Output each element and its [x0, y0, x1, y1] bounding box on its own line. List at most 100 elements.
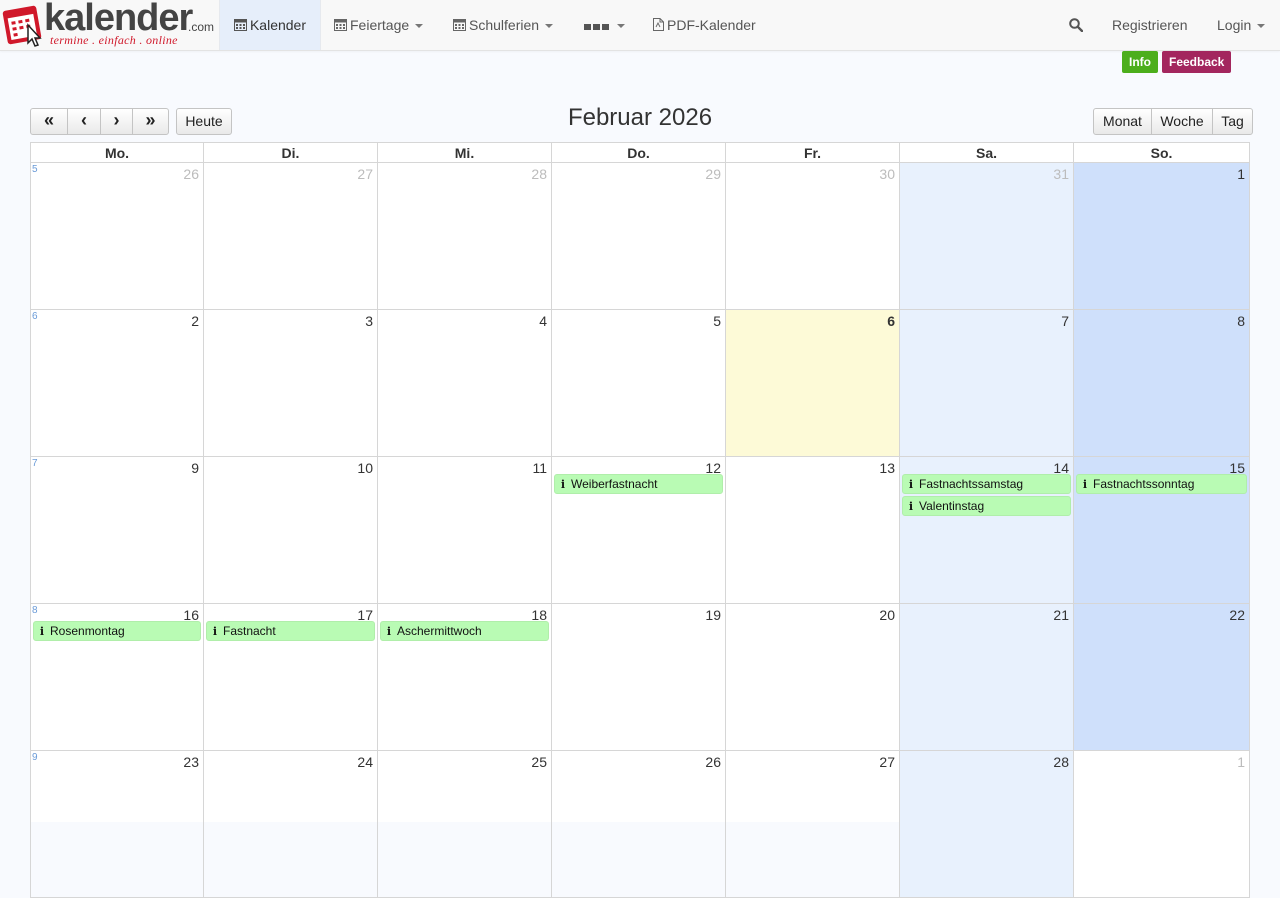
nav-pdf-kalender[interactable]: PDF-Kalender [653, 0, 756, 50]
next-month-button[interactable]: › [100, 108, 133, 135]
day-number[interactable]: 20 [879, 607, 895, 623]
feedback-badge[interactable]: Feedback [1162, 51, 1232, 73]
day-cell[interactable]: 5 26 [30, 163, 204, 310]
prev-month-button[interactable]: ‹ [67, 108, 101, 135]
day-number[interactable]: 4 [539, 313, 547, 329]
calendar-event[interactable]: i Valentinstag [902, 496, 1071, 516]
nav-kalender[interactable]: Kalender [219, 0, 321, 50]
day-cell[interactable]: 20 [726, 604, 900, 751]
day-cell[interactable]: 12 i Weiberfastnacht [552, 457, 726, 604]
day-cell[interactable]: 6 [726, 310, 900, 457]
day-number[interactable]: 7 [1061, 313, 1069, 329]
view-day-button[interactable]: Tag [1212, 108, 1253, 135]
info-icon: i [908, 500, 914, 513]
calendar-event[interactable]: i Fastnacht [206, 621, 375, 641]
day-number[interactable]: 26 [183, 166, 199, 182]
day-number[interactable]: 23 [183, 754, 199, 770]
day-cell[interactable]: 9 23 [30, 751, 204, 898]
day-number[interactable]: 21 [1053, 607, 1069, 623]
day-number[interactable]: 27 [879, 754, 895, 770]
day-cell[interactable]: 11 [378, 457, 552, 604]
day-number[interactable]: 10 [357, 460, 373, 476]
next-year-button[interactable]: » [132, 108, 169, 135]
week-number[interactable]: 8 [32, 605, 38, 616]
day-cell[interactable]: 25 [378, 751, 552, 898]
day-cell[interactable]: 22 [1074, 604, 1250, 751]
day-cell[interactable]: 8 16 i Rosenmontag [30, 604, 204, 751]
day-number[interactable]: 3 [365, 313, 373, 329]
calendar-event[interactable]: i Aschermittwoch [380, 621, 549, 641]
day-number[interactable]: 19 [705, 607, 721, 623]
view-week-button[interactable]: Woche [1151, 108, 1213, 135]
day-cell[interactable]: 13 [726, 457, 900, 604]
day-cell[interactable]: 10 [204, 457, 378, 604]
day-number[interactable]: 5 [713, 313, 721, 329]
day-number[interactable]: 2 [191, 313, 199, 329]
info-badge[interactable]: Info [1122, 51, 1158, 73]
day-cell[interactable]: 26 [552, 751, 726, 898]
prev-year-button[interactable]: « [30, 108, 68, 135]
day-number[interactable]: 26 [705, 754, 721, 770]
nav-registrieren[interactable]: Registrieren [1112, 0, 1187, 50]
day-number[interactable]: 6 [887, 313, 895, 329]
day-cell[interactable]: 19 [552, 604, 726, 751]
day-number[interactable]: 22 [1229, 607, 1245, 623]
day-cell[interactable]: 30 [726, 163, 900, 310]
nav-more[interactable] [584, 0, 625, 50]
day-number[interactable]: 31 [1053, 166, 1069, 182]
day-cell[interactable]: 15 i Fastnachtssonntag [1074, 457, 1250, 604]
day-cell[interactable]: 4 [378, 310, 552, 457]
day-cell[interactable]: 8 [1074, 310, 1250, 457]
day-cell[interactable]: 27 [204, 163, 378, 310]
day-number[interactable]: 1 [1237, 166, 1245, 182]
day-number[interactable]: 30 [879, 166, 895, 182]
day-cell[interactable]: 17 i Fastnacht [204, 604, 378, 751]
day-number[interactable]: 29 [705, 166, 721, 182]
day-number[interactable]: 8 [1237, 313, 1245, 329]
day-number[interactable]: 28 [1053, 754, 1069, 770]
day-cell[interactable]: 28 [900, 751, 1074, 898]
info-icon: i [1082, 478, 1088, 491]
day-cell[interactable]: 29 [552, 163, 726, 310]
calendar-event[interactable]: i Weiberfastnacht [554, 474, 723, 494]
week-number[interactable]: 5 [32, 164, 38, 175]
day-cell[interactable]: 3 [204, 310, 378, 457]
day-number[interactable]: 11 [532, 460, 547, 476]
calendar-event[interactable]: i Rosenmontag [33, 621, 201, 641]
day-cell[interactable]: 62 [30, 310, 204, 457]
calendar-event[interactable]: i Fastnachtssamstag [902, 474, 1071, 494]
nav-login[interactable]: Login [1217, 0, 1266, 50]
view-month-button[interactable]: Monat [1093, 108, 1152, 135]
week-number[interactable]: 7 [32, 458, 38, 469]
day-cell[interactable]: 21 [900, 604, 1074, 751]
day-number[interactable]: 27 [357, 166, 373, 182]
week-number[interactable]: 9 [32, 752, 38, 763]
weekday-header: Do. [552, 142, 726, 163]
day-cell[interactable]: 24 [204, 751, 378, 898]
day-number[interactable]: 9 [191, 460, 199, 476]
day-cell[interactable]: 31 [900, 163, 1074, 310]
day-cell[interactable]: 27 [726, 751, 900, 898]
nav-schulferien[interactable]: Schulferien [453, 0, 554, 50]
day-cell[interactable]: 1 [1074, 751, 1250, 898]
day-cell[interactable]: 28 [378, 163, 552, 310]
search-button[interactable] [1069, 0, 1086, 50]
day-cell[interactable]: 18 i Aschermittwoch [378, 604, 552, 751]
day-cell[interactable]: 79 [30, 457, 204, 604]
today-button[interactable]: Heute [176, 108, 232, 135]
day-cell[interactable]: 5 [552, 310, 726, 457]
day-number[interactable]: 1 [1237, 754, 1245, 770]
day-number[interactable]: 28 [531, 166, 547, 182]
nav-feiertage[interactable]: Feiertage [334, 0, 424, 50]
day-cell[interactable]: 14 i Fastnachtssamstag i Valentinstag [900, 457, 1074, 604]
site-logo[interactable]: kalender .com termine . einfach . online [0, 0, 215, 50]
day-number[interactable]: 13 [879, 460, 895, 476]
calendar-icon [233, 19, 247, 32]
day-cell[interactable]: 7 [900, 310, 1074, 457]
day-cell[interactable]: 1 [1074, 163, 1250, 310]
calendar-event[interactable]: i Fastnachtssonntag [1076, 474, 1247, 494]
chevron-down-icon [415, 24, 424, 29]
week-number[interactable]: 6 [32, 311, 38, 322]
day-number[interactable]: 25 [531, 754, 547, 770]
day-number[interactable]: 24 [357, 754, 373, 770]
